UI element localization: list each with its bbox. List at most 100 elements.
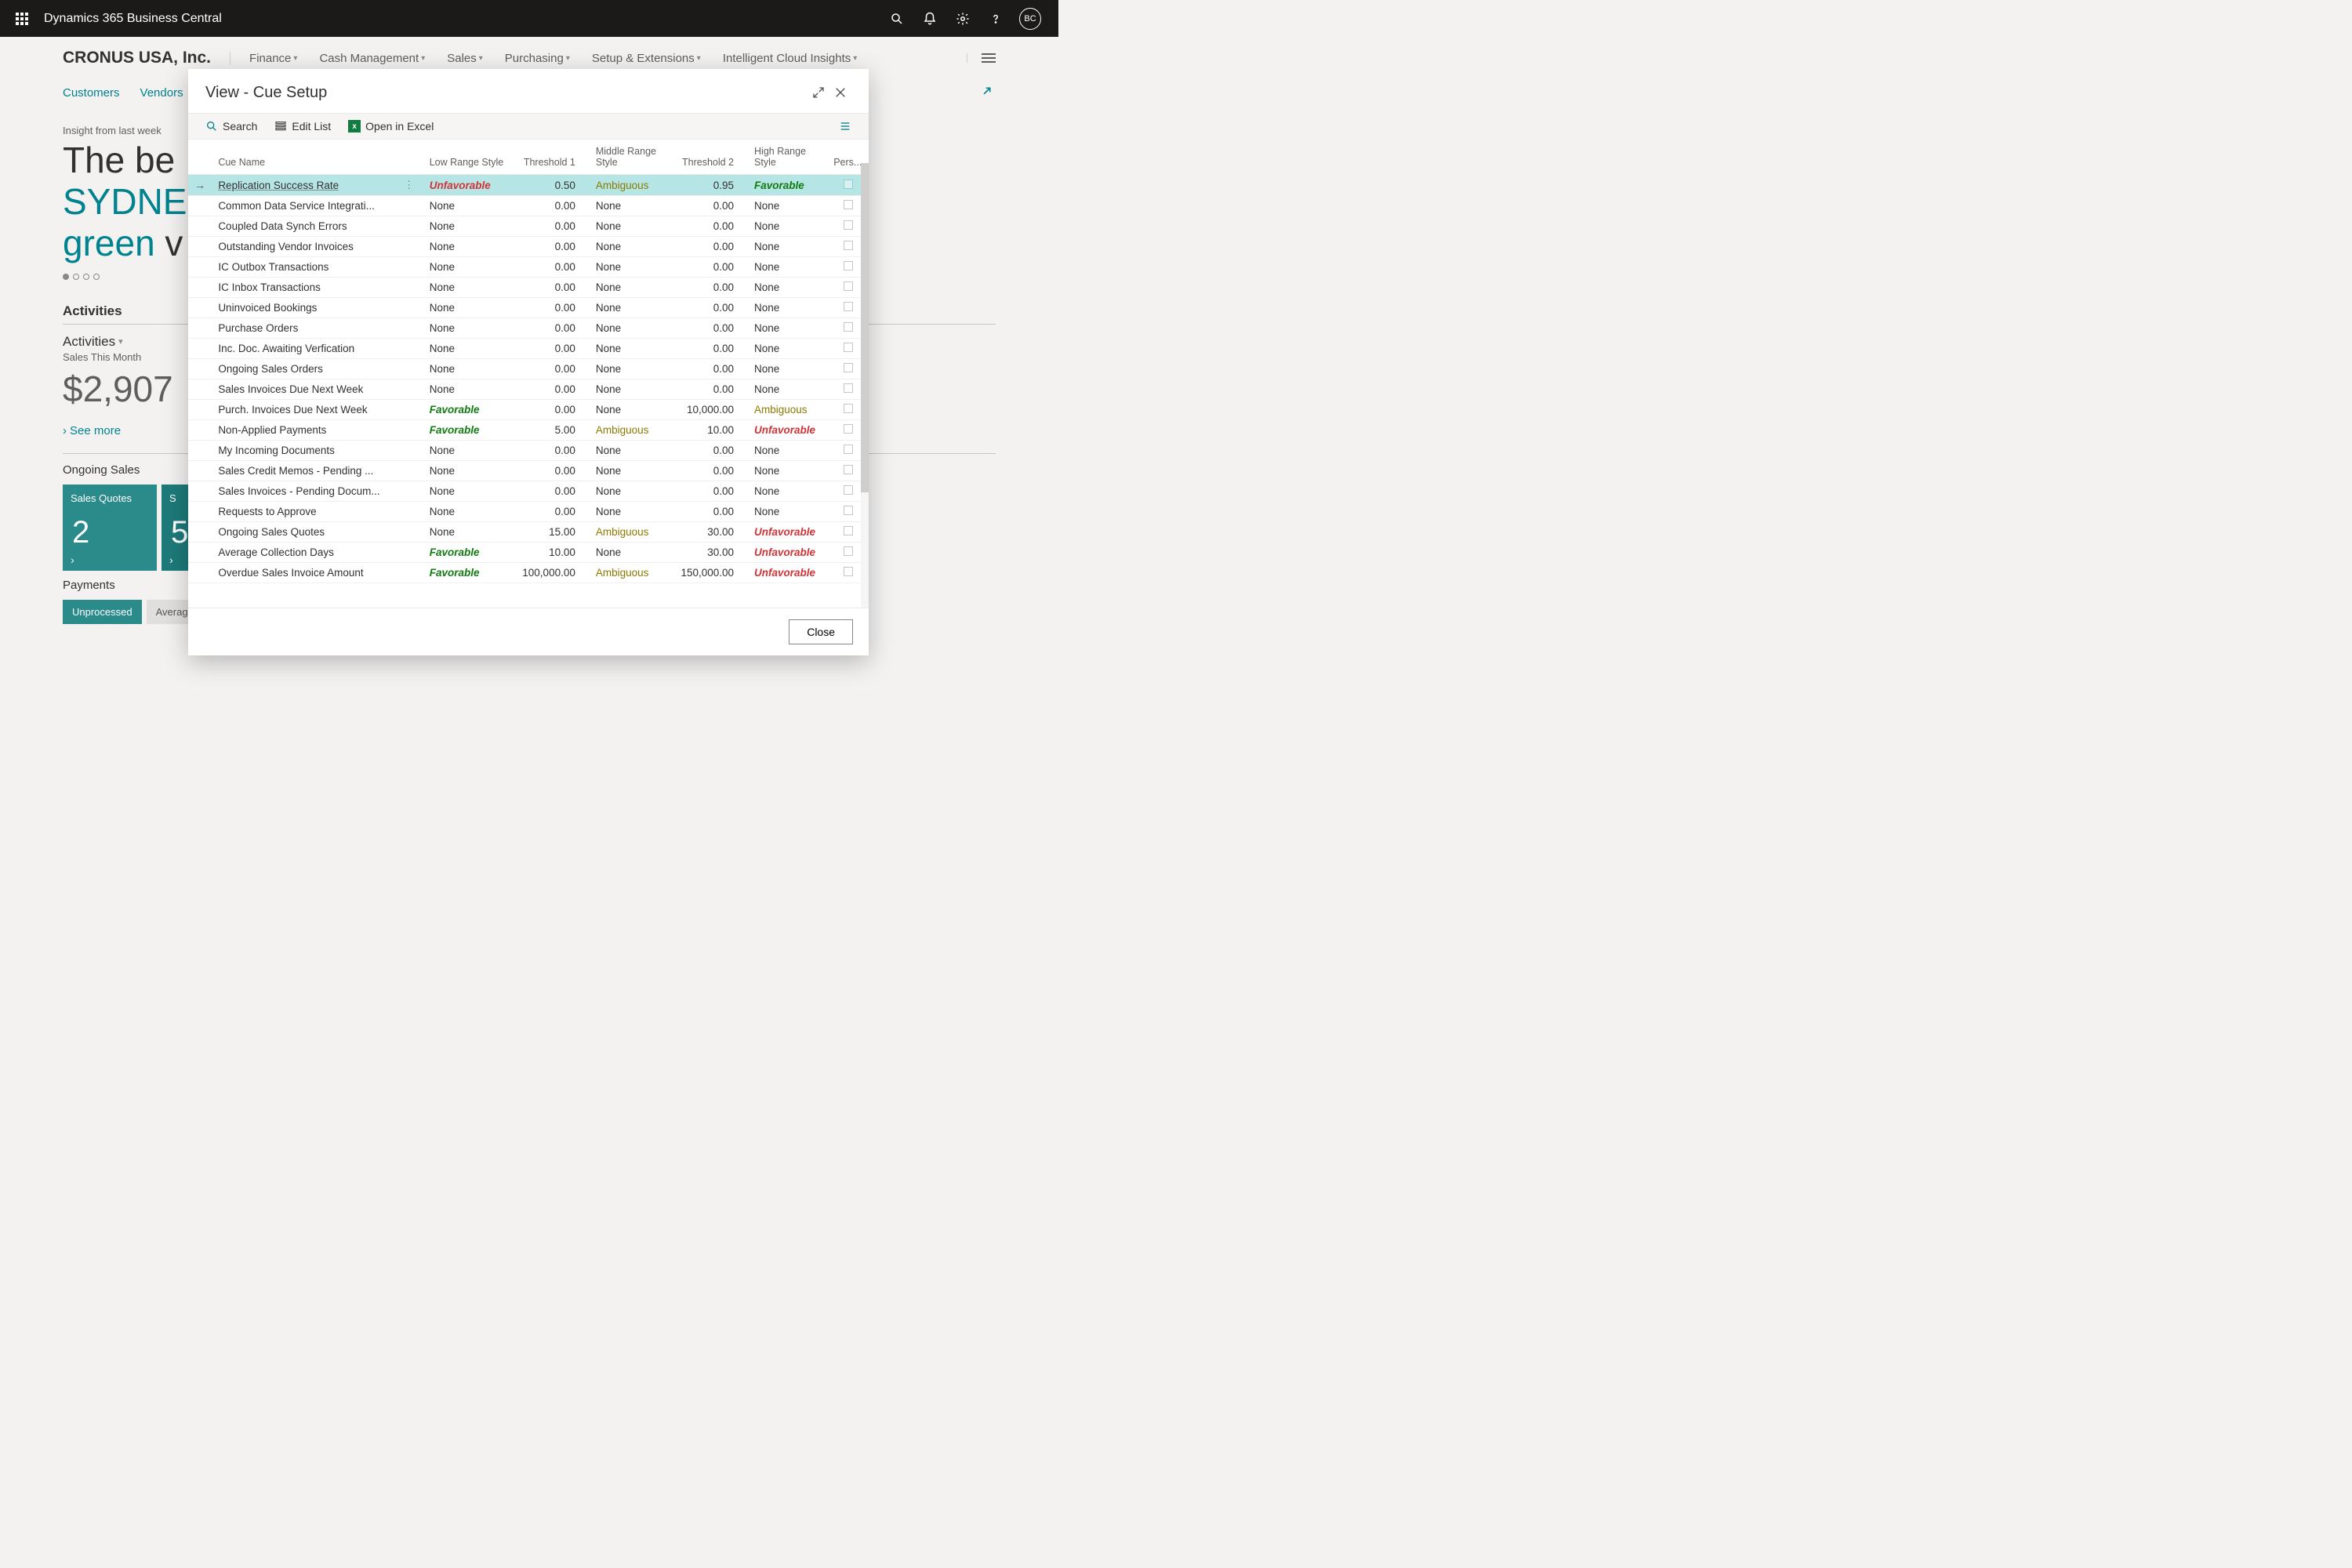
nav-cash-management[interactable]: Cash Management▾ xyxy=(319,52,425,65)
nav-intelligent-cloud-insights[interactable]: Intelligent Cloud Insights▾ xyxy=(723,52,857,65)
table-row[interactable]: Sales Credit Memos - Pending ...None0.00… xyxy=(188,461,869,481)
personalized-checkbox[interactable] xyxy=(844,445,853,454)
table-row[interactable]: Uninvoiced BookingsNone0.00None0.00None xyxy=(188,298,869,318)
mid-range-style: None xyxy=(596,546,621,558)
bell-icon[interactable] xyxy=(920,9,939,28)
table-row[interactable]: Purchase OrdersNone0.00None0.00None xyxy=(188,318,869,339)
app-launcher-icon[interactable] xyxy=(6,13,38,25)
cue-setup-dialog: View - Cue Setup Search Edit List x Open… xyxy=(188,69,869,655)
close-button[interactable]: Close xyxy=(789,619,853,644)
toolbar-search[interactable]: Search xyxy=(205,120,257,132)
cue-name[interactable]: Average Collection Days xyxy=(218,546,334,558)
personalized-checkbox[interactable] xyxy=(844,363,853,372)
cue-name[interactable]: Coupled Data Synch Errors xyxy=(218,220,347,232)
maximize-icon[interactable] xyxy=(808,82,829,103)
table-row[interactable]: →Replication Success Rate⋮Unfavorable0.5… xyxy=(188,175,869,196)
mid-range-style: None xyxy=(596,241,621,252)
table-row[interactable]: Purch. Invoices Due Next WeekFavorable0.… xyxy=(188,400,869,420)
col-mid-range[interactable]: Middle Range Style xyxy=(582,140,669,175)
table-row[interactable]: IC Inbox TransactionsNone0.00None0.00Non… xyxy=(188,278,869,298)
toolbar-open-excel[interactable]: x Open in Excel xyxy=(348,120,434,132)
gear-icon[interactable] xyxy=(953,9,972,28)
cue-name[interactable]: Outstanding Vendor Invoices xyxy=(218,241,354,252)
nav-setup-extensions[interactable]: Setup & Extensions▾ xyxy=(592,52,701,65)
cue-name[interactable]: Ongoing Sales Orders xyxy=(218,363,323,375)
close-icon[interactable] xyxy=(829,82,851,103)
cue-name[interactable]: Ongoing Sales Quotes xyxy=(218,526,325,538)
cue-name[interactable]: Purch. Invoices Due Next Week xyxy=(218,404,367,416)
scrollbar[interactable] xyxy=(861,163,869,608)
col-low-range[interactable]: Low Range Style xyxy=(423,140,510,175)
table-row[interactable]: Ongoing Sales QuotesNone15.00Ambiguous30… xyxy=(188,522,869,543)
table-row[interactable]: Outstanding Vendor InvoicesNone0.00None0… xyxy=(188,237,869,257)
nav-finance[interactable]: Finance▾ xyxy=(249,52,297,65)
table-row[interactable]: Coupled Data Synch ErrorsNone0.00None0.0… xyxy=(188,216,869,237)
table-row[interactable]: Average Collection DaysFavorable10.00Non… xyxy=(188,543,869,563)
table-row[interactable]: Sales Invoices - Pending Docum...None0.0… xyxy=(188,481,869,502)
threshold-1: 0.00 xyxy=(510,339,582,359)
table-row[interactable]: Ongoing Sales OrdersNone0.00None0.00None xyxy=(188,359,869,379)
cue-name[interactable]: Requests to Approve xyxy=(218,506,316,517)
personalized-checkbox[interactable] xyxy=(844,485,853,495)
personalized-checkbox[interactable] xyxy=(844,424,853,434)
hamburger-icon[interactable] xyxy=(982,53,996,63)
threshold-2: 0.00 xyxy=(669,359,740,379)
list-view-icon[interactable] xyxy=(839,120,851,132)
cue-name[interactable]: Uninvoiced Bookings xyxy=(218,302,317,314)
personalized-checkbox[interactable] xyxy=(844,220,853,230)
subnav-vendors[interactable]: Vendors xyxy=(140,86,183,100)
cue-name[interactable]: Common Data Service Integrati... xyxy=(218,200,375,212)
personalized-checkbox[interactable] xyxy=(844,383,853,393)
table-row[interactable]: Inc. Doc. Awaiting VerficationNone0.00No… xyxy=(188,339,869,359)
cue-name[interactable]: Overdue Sales Invoice Amount xyxy=(218,567,363,579)
table-row[interactable]: Non-Applied PaymentsFavorable5.00Ambiguo… xyxy=(188,420,869,441)
cue-name[interactable]: Sales Invoices - Pending Docum... xyxy=(218,485,379,497)
col-threshold2[interactable]: Threshold 2 xyxy=(669,140,740,175)
cue-name[interactable]: Sales Credit Memos - Pending ... xyxy=(218,465,373,477)
cue-name[interactable]: Sales Invoices Due Next Week xyxy=(218,383,363,395)
table-row[interactable]: Sales Invoices Due Next WeekNone0.00None… xyxy=(188,379,869,400)
cue-name[interactable]: Inc. Doc. Awaiting Verfication xyxy=(218,343,354,354)
cue-name[interactable]: Purchase Orders xyxy=(218,322,298,334)
subnav-customers[interactable]: Customers xyxy=(63,86,120,100)
cue-name[interactable]: Non-Applied Payments xyxy=(218,424,326,436)
row-menu-icon[interactable]: ⋮ xyxy=(401,179,417,191)
cue-name[interactable]: IC Inbox Transactions xyxy=(218,281,321,293)
personalized-checkbox[interactable] xyxy=(844,200,853,209)
threshold-1: 0.00 xyxy=(510,461,582,481)
personalized-checkbox[interactable] xyxy=(844,404,853,413)
cue-name[interactable]: Replication Success Rate xyxy=(218,180,339,191)
personalized-checkbox[interactable] xyxy=(844,180,853,189)
personalized-checkbox[interactable] xyxy=(844,302,853,311)
table-row[interactable]: Requests to ApproveNone0.00None0.00None xyxy=(188,502,869,522)
table-row[interactable]: My Incoming DocumentsNone0.00None0.00Non… xyxy=(188,441,869,461)
personalized-checkbox[interactable] xyxy=(844,567,853,576)
personalized-checkbox[interactable] xyxy=(844,322,853,332)
personalized-checkbox[interactable] xyxy=(844,546,853,556)
help-icon[interactable] xyxy=(986,9,1005,28)
search-icon[interactable] xyxy=(887,9,906,28)
personalized-checkbox[interactable] xyxy=(844,241,853,250)
table-row[interactable]: Overdue Sales Invoice AmountFavorable100… xyxy=(188,563,869,583)
table-row[interactable]: Common Data Service Integrati...None0.00… xyxy=(188,196,869,216)
cue-name[interactable]: My Incoming Documents xyxy=(218,445,335,456)
tile-sales-quotes[interactable]: Sales Quotes 2 › xyxy=(63,485,157,571)
toolbar-edit-list[interactable]: Edit List xyxy=(274,120,331,132)
personalized-checkbox[interactable] xyxy=(844,343,853,352)
personalized-checkbox[interactable] xyxy=(844,465,853,474)
chip-unprocessed[interactable]: Unprocessed xyxy=(63,600,142,624)
cue-name[interactable]: IC Outbox Transactions xyxy=(218,261,328,273)
personalized-checkbox[interactable] xyxy=(844,281,853,291)
personalized-checkbox[interactable] xyxy=(844,261,853,270)
personalized-checkbox[interactable] xyxy=(844,506,853,515)
nav-purchasing[interactable]: Purchasing▾ xyxy=(505,52,570,65)
col-high-range[interactable]: High Range Style xyxy=(740,140,827,175)
nav-sales[interactable]: Sales▾ xyxy=(447,52,483,65)
personalized-checkbox[interactable] xyxy=(844,526,853,535)
expand-icon[interactable] xyxy=(977,85,993,101)
col-threshold1[interactable]: Threshold 1 xyxy=(510,140,582,175)
low-range-style: None xyxy=(430,322,455,334)
col-cue-name[interactable]: Cue Name xyxy=(212,140,394,175)
table-row[interactable]: IC Outbox TransactionsNone0.00None0.00No… xyxy=(188,257,869,278)
avatar[interactable]: BC xyxy=(1019,8,1041,30)
